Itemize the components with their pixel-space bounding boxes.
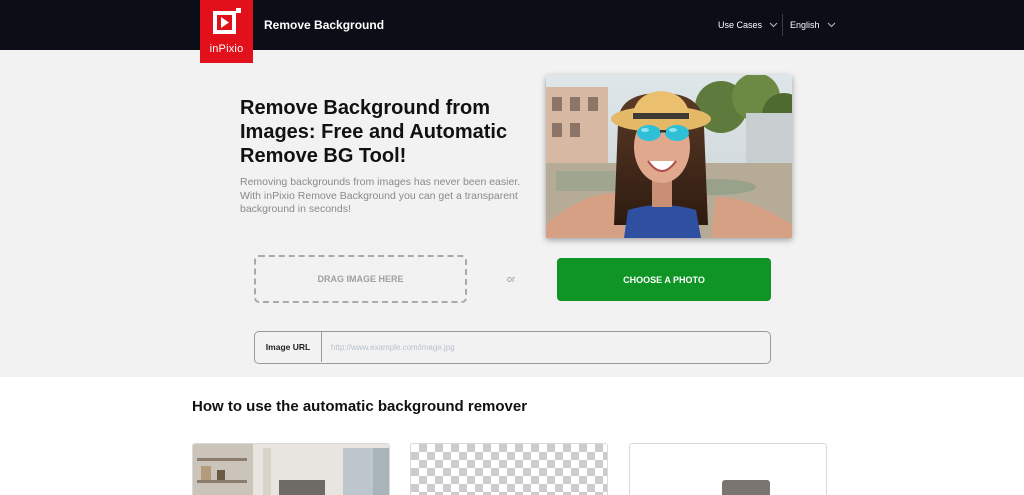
top-navbar: Remove Background Use Cases English (0, 0, 1024, 50)
language-label: English (790, 20, 820, 30)
drag-image-dropzone[interactable]: DRAG IMAGE HERE (254, 255, 467, 303)
image-url-label: Image URL (255, 332, 322, 362)
hero-section: Remove Background from Images: Free and … (0, 50, 1024, 377)
transparent-background-image (411, 444, 607, 495)
hero-description: Removing backgrounds from images has nev… (240, 176, 521, 215)
inpixio-logo[interactable]: inPixio (200, 0, 253, 63)
nav-divider (782, 14, 783, 36)
or-separator: or (507, 274, 516, 284)
chevron-down-icon (827, 22, 835, 28)
image-url-field: Image URL (254, 331, 771, 364)
hero-photo (546, 75, 792, 238)
woman-selfie-image (546, 75, 792, 238)
chevron-down-icon (769, 22, 778, 28)
use-cases-dropdown[interactable]: Use Cases (718, 20, 778, 30)
howto-card-result (629, 443, 827, 495)
use-cases-label: Use Cases (718, 20, 763, 30)
howto-card-original (192, 443, 390, 495)
image-url-input[interactable] (331, 337, 761, 357)
language-dropdown[interactable]: English (790, 20, 836, 30)
play-icon (213, 8, 241, 34)
page-title[interactable]: Remove Background (264, 18, 384, 32)
result-image (630, 444, 826, 495)
hero-title: Remove Background from Images: Free and … (240, 97, 508, 167)
howto-heading: How to use the automatic background remo… (192, 398, 528, 415)
choose-photo-button[interactable]: CHOOSE A PHOTO (557, 258, 771, 301)
room-photo-image (193, 444, 389, 495)
howto-card-transparent (410, 443, 608, 495)
logo-text: inPixio (209, 43, 244, 55)
